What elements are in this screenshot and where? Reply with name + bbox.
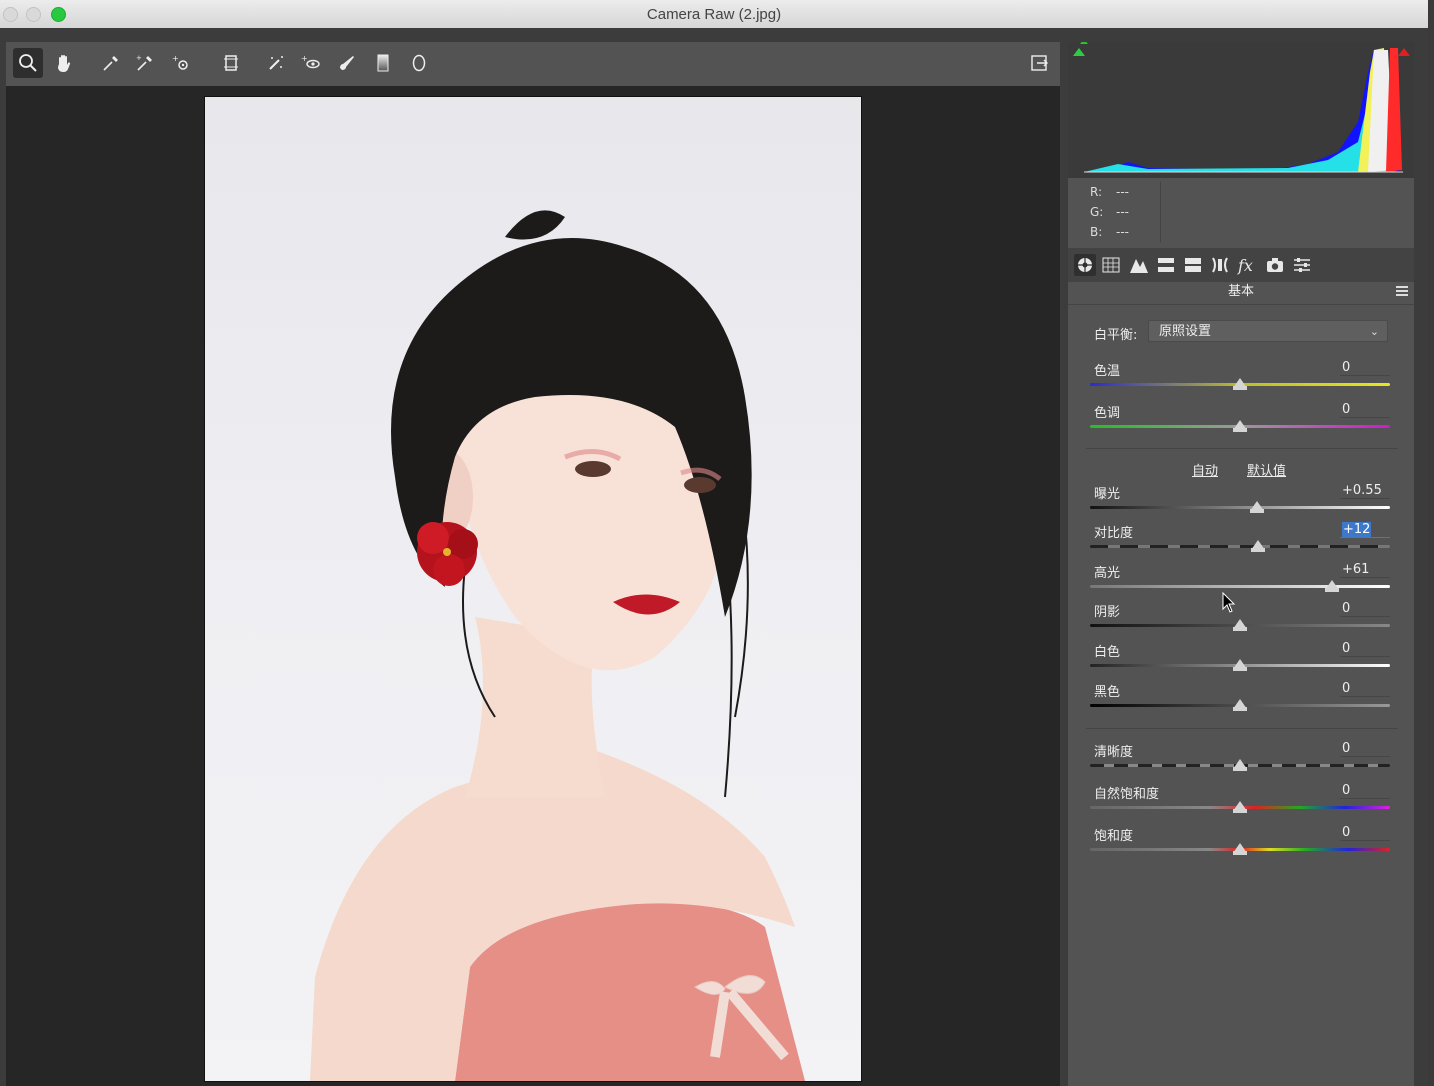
white-balance-label: 白平衡:	[1094, 328, 1138, 343]
title-bar: Camera Raw (2.jpg)	[0, 0, 1428, 29]
red-eye-icon[interactable]: +	[296, 48, 326, 78]
highlights-value[interactable]: +61	[1340, 562, 1390, 578]
divider	[1086, 728, 1398, 729]
camera-raw-main: + + + R: --- G: --- B: --- fx 基本 白平衡: 原照…	[0, 28, 1428, 1086]
background-window-edge	[1428, 0, 1434, 1086]
whites-thumb[interactable]	[1233, 659, 1247, 671]
svg-text:+: +	[172, 54, 179, 63]
color-sampler-icon[interactable]: +	[130, 48, 160, 78]
divider	[1086, 448, 1398, 449]
clarity-thumb[interactable]	[1233, 759, 1247, 771]
preferences-icon[interactable]	[1024, 48, 1054, 78]
hand-icon[interactable]	[49, 48, 79, 78]
temp-value[interactable]: 0	[1340, 360, 1390, 376]
svg-text:+: +	[136, 54, 142, 62]
blacks-value[interactable]: 0	[1340, 681, 1390, 697]
saturation-thumb[interactable]	[1233, 843, 1247, 855]
graduated-filter-icon[interactable]	[368, 48, 398, 78]
highlights-thumb[interactable]	[1324, 580, 1339, 592]
vibrance-value[interactable]: 0	[1340, 783, 1390, 799]
shadows-value[interactable]: 0	[1340, 601, 1390, 617]
basic-controls: 白平衡: 原照设置 ⌄ 色温 0 色调 0 自动 默认值 曝光 +0.55 对比…	[1068, 42, 1414, 1086]
contrast-value[interactable]: +12	[1340, 522, 1390, 538]
zoom-icon[interactable]	[13, 48, 43, 78]
mouse-cursor-icon	[1222, 592, 1236, 613]
toolbar: + + +	[6, 42, 1060, 86]
targeted-adjust-icon[interactable]: +	[166, 48, 196, 78]
auto-button[interactable]: 自动	[1192, 460, 1218, 479]
tint-thumb[interactable]	[1233, 420, 1247, 432]
portrait-photo[interactable]	[204, 96, 862, 1082]
contrast-thumb[interactable]	[1251, 540, 1265, 552]
radial-filter-icon[interactable]	[404, 48, 434, 78]
blacks-thumb[interactable]	[1233, 699, 1247, 711]
vibrance-thumb[interactable]	[1233, 801, 1247, 813]
white-balance-select[interactable]: 原照设置 ⌄	[1148, 320, 1388, 342]
default-button[interactable]: 默认值	[1247, 460, 1286, 479]
white-balance-icon[interactable]	[96, 48, 126, 78]
image-canvas[interactable]	[6, 86, 1060, 1086]
transform-icon[interactable]	[216, 48, 246, 78]
whites-value[interactable]: 0	[1340, 641, 1390, 657]
exposure-thumb[interactable]	[1249, 501, 1264, 513]
temp-thumb[interactable]	[1233, 378, 1247, 390]
shadows-thumb[interactable]	[1233, 619, 1247, 631]
window-title: Camera Raw (2.jpg)	[646, 6, 782, 23]
chevron-down-icon: ⌄	[1369, 325, 1379, 338]
exposure-value[interactable]: +0.55	[1340, 483, 1390, 499]
saturation-value[interactable]: 0	[1340, 825, 1390, 841]
spot-removal-icon[interactable]	[261, 48, 291, 78]
tint-value[interactable]: 0	[1340, 402, 1390, 418]
svg-text:+: +	[301, 54, 308, 63]
clarity-value[interactable]: 0	[1340, 741, 1390, 757]
adjustment-brush-icon[interactable]	[333, 48, 363, 78]
